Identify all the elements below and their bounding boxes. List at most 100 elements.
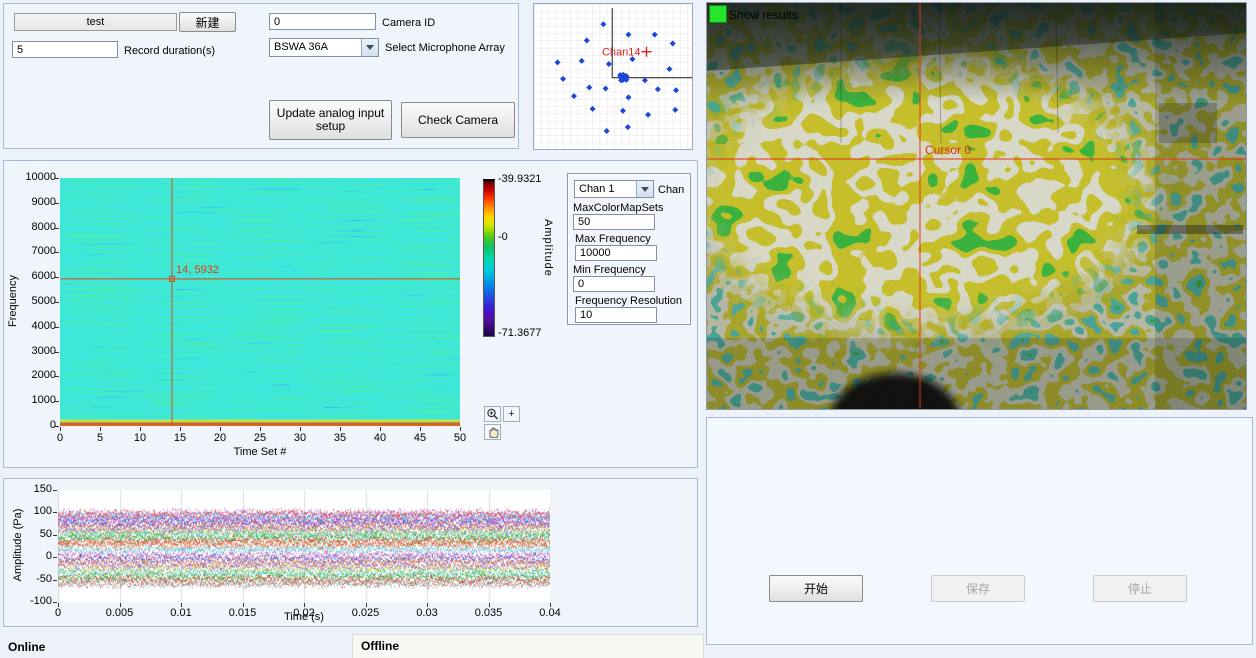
tick-mark — [427, 603, 428, 607]
cursor-tool-icon[interactable]: + — [503, 406, 520, 422]
max-colormap-input[interactable] — [573, 214, 655, 230]
colorbar-max-label: -39.9321 — [498, 173, 541, 185]
tick-label: 7000 — [8, 245, 56, 257]
table-edge — [1137, 225, 1243, 234]
tick-mark — [58, 603, 59, 607]
spectrogram-heatmap[interactable]: 14, 5932 — [60, 178, 460, 426]
hand-icon — [487, 426, 499, 438]
config-panel: test 新建 Record duration(s) Camera ID BSW… — [3, 3, 519, 149]
tick-label: 5 — [82, 432, 118, 444]
min-frequency-input[interactable] — [573, 276, 655, 292]
spectrogram-cursor-label: 14, 5932 — [176, 264, 219, 276]
tick-label: 0 — [8, 419, 56, 431]
tick-mark — [550, 603, 551, 607]
tick-mark — [260, 427, 261, 431]
tick-label: 20 — [202, 432, 238, 444]
mic-array-scatter[interactable]: Chan14 — [534, 4, 692, 149]
tick-mark — [55, 426, 59, 427]
tick-label: 40 — [362, 432, 398, 444]
tick-mark — [100, 427, 101, 431]
spectrogram-bottom-band — [60, 420, 460, 423]
tick-label: 4000 — [8, 320, 56, 332]
zoom-tool-icon[interactable] — [484, 406, 501, 422]
pan-tool-icon[interactable] — [484, 424, 501, 440]
labeled-channel-text: Chan14 — [602, 47, 641, 59]
tick-mark — [220, 427, 221, 431]
tick-label: 50 — [442, 432, 478, 444]
colorbar-title: Amplitude — [542, 219, 554, 277]
tick-mark — [55, 352, 59, 353]
tick-mark — [366, 603, 367, 607]
max-frequency-input[interactable] — [575, 245, 657, 261]
tick-mark — [55, 376, 59, 377]
frequency-resolution-label: Frequency Resolution — [575, 295, 682, 307]
wall-shadow — [1155, 3, 1246, 409]
tick-mark — [53, 580, 57, 581]
test-name-field[interactable]: test — [14, 13, 177, 31]
camera-id-label: Camera ID — [382, 17, 435, 29]
max-colormap-label: MaxColorMapSets — [573, 202, 663, 214]
tick-label: 15 — [162, 432, 198, 444]
tick-label: 8000 — [8, 221, 56, 233]
tick-label: 0.005 — [100, 607, 140, 619]
tick-mark — [55, 228, 59, 229]
tick-mark — [53, 602, 57, 603]
tick-mark — [380, 427, 381, 431]
tick-label: 45 — [402, 432, 438, 444]
update-analog-input-button[interactable]: Update analog input setup — [269, 100, 392, 140]
stop-button[interactable]: 停止 — [1093, 575, 1187, 602]
mic-array-plot[interactable]: Chan14 — [533, 3, 693, 150]
tick-mark — [120, 603, 121, 607]
tick-mark — [60, 427, 61, 431]
offline-status-bar: Offline — [352, 634, 704, 658]
show-results-led[interactable] — [709, 5, 727, 23]
tick-label: 0.01 — [161, 607, 201, 619]
spectrogram-panel: 14, 5932 Frequency Time Set # -39.9321 -… — [3, 160, 698, 468]
channel-value: Chan 1 — [579, 183, 614, 195]
tick-label: 9000 — [8, 196, 56, 208]
tick-mark — [55, 277, 59, 278]
waveform-plot[interactable] — [58, 490, 550, 602]
chevron-down-icon[interactable] — [361, 39, 378, 56]
tick-label: 10 — [122, 432, 158, 444]
tick-label: 35 — [322, 432, 358, 444]
wall-fixture — [1159, 103, 1217, 143]
tick-mark — [140, 427, 141, 431]
tick-mark — [53, 557, 57, 558]
spectrogram-plot[interactable]: 14, 5932 — [60, 178, 460, 426]
acoustic-camera-app: test 新建 Record duration(s) Camera ID BSW… — [0, 0, 1256, 658]
mic-array-dropdown[interactable]: BSWA 36A — [269, 38, 379, 57]
channel-label: Chan — [658, 184, 684, 196]
tick-mark — [53, 490, 57, 491]
spectrogram-bottom-line — [60, 423, 460, 427]
chevron-down-icon[interactable] — [636, 181, 653, 197]
save-button[interactable]: 保存 — [931, 575, 1025, 602]
camera-view[interactable]: Cursor 0 Show results — [706, 2, 1247, 410]
check-camera-button[interactable]: Check Camera — [401, 102, 515, 138]
tick-label: 2000 — [8, 369, 56, 381]
min-frequency-label: Min Frequency — [573, 264, 646, 276]
frequency-resolution-input[interactable] — [575, 307, 657, 323]
start-button[interactable]: 开始 — [769, 575, 863, 602]
magnifier-icon — [486, 408, 499, 421]
tick-mark — [340, 427, 341, 431]
tick-mark — [300, 427, 301, 431]
new-button[interactable]: 新建 — [179, 12, 236, 32]
tick-label: 150 — [10, 483, 52, 495]
record-duration-input[interactable] — [12, 41, 118, 58]
show-results-indicator[interactable]: Show results — [709, 5, 798, 23]
colorbar-min-label: -71.3677 — [498, 327, 541, 339]
tick-mark — [53, 512, 57, 513]
tick-mark — [55, 203, 59, 204]
channel-dropdown[interactable]: Chan 1 — [574, 180, 654, 198]
tick-mark — [420, 427, 421, 431]
tick-label: 30 — [282, 432, 318, 444]
tick-mark — [489, 603, 490, 607]
result-panel: 开始 保存 停止 — [706, 417, 1253, 645]
record-duration-label: Record duration(s) — [124, 45, 215, 57]
colorbar-mid-label: -0 — [498, 231, 508, 243]
mic-array-value: BSWA 36A — [274, 41, 328, 53]
waveform-panel: Amplitude (Pa) Time (s) 150100500-50-100… — [3, 478, 698, 627]
camera-id-input[interactable] — [269, 13, 376, 30]
acoustic-overlay-image[interactable]: Cursor 0 — [707, 3, 1246, 409]
